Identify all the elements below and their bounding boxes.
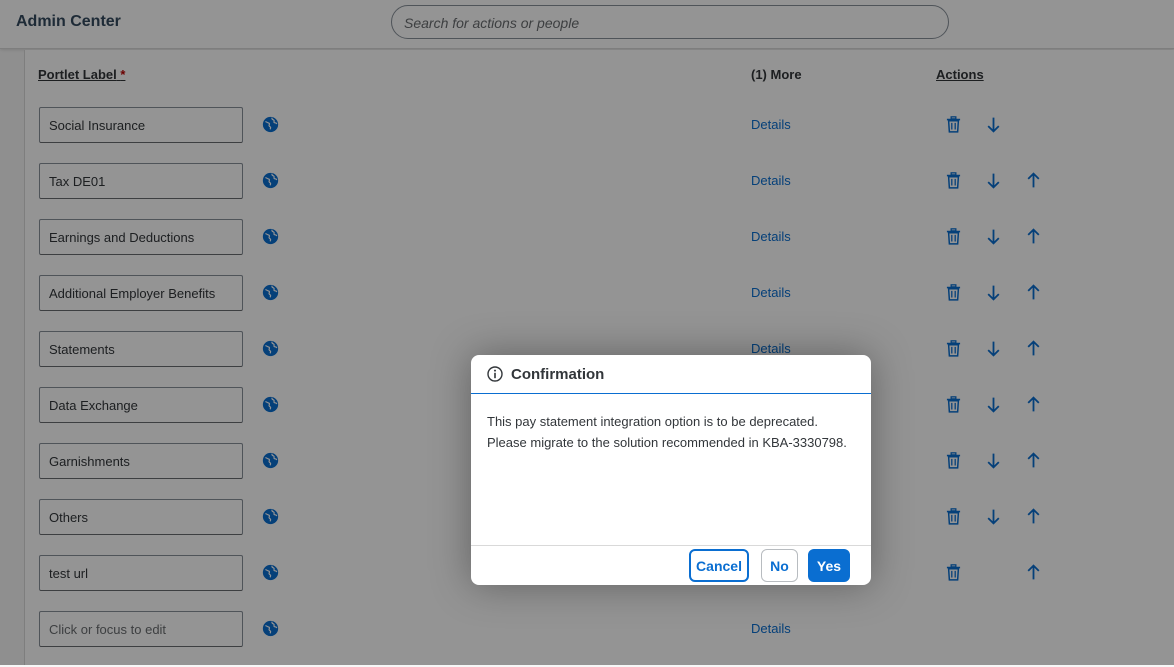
info-icon (487, 366, 503, 382)
dialog-header: Confirmation (471, 355, 871, 394)
yes-button[interactable]: Yes (808, 549, 850, 582)
dialog-message: This pay statement integration option is… (487, 414, 847, 450)
no-button[interactable]: No (761, 549, 798, 582)
confirmation-dialog: Confirmation This pay statement integrat… (471, 355, 871, 585)
dialog-title: Confirmation (511, 366, 605, 383)
dialog-footer: Cancel No Yes (471, 545, 871, 585)
cancel-button[interactable]: Cancel (689, 549, 749, 582)
